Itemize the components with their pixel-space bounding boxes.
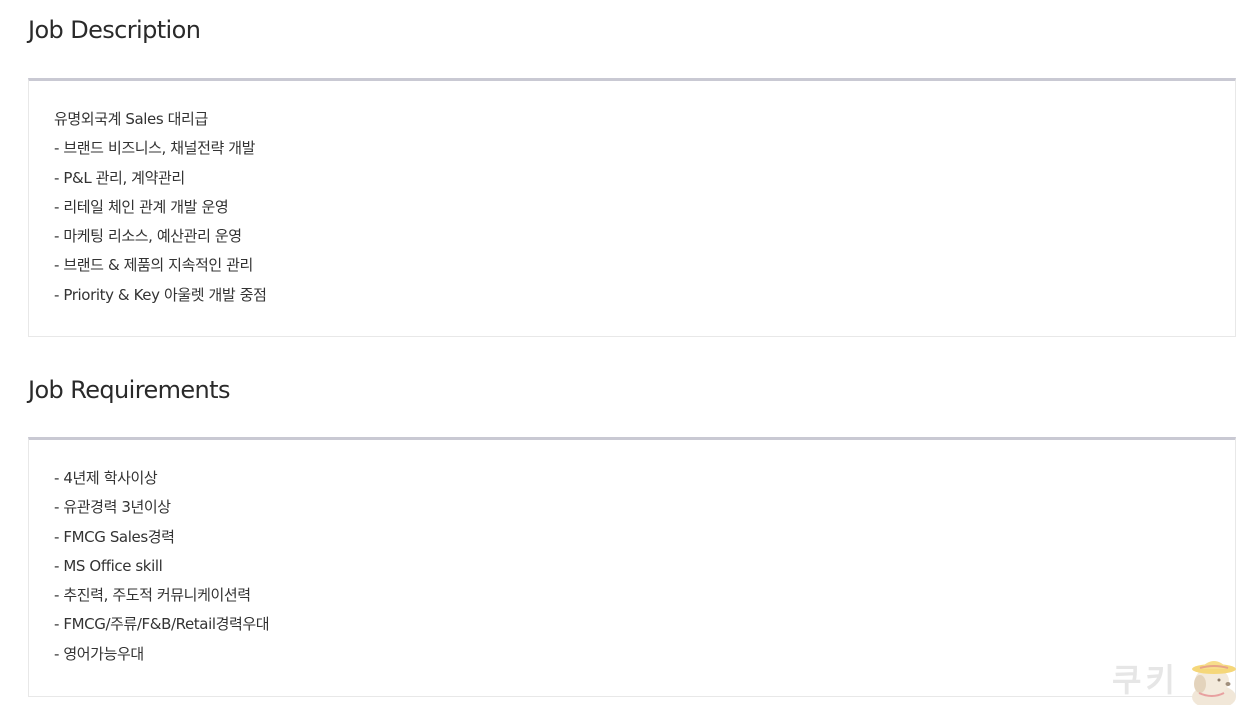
job-requirements-panel: - 4년제 학사이상 - 유관경력 3년이상 - FMCG Sales경력 - … <box>28 437 1236 697</box>
puppy-with-hat-icon <box>1192 661 1236 705</box>
list-item: - 유관경력 3년이상 <box>54 498 171 517</box>
list-item: - 추진력, 주도적 커뮤니케이션력 <box>54 586 251 605</box>
list-item: - 영어가능우대 <box>54 644 144 663</box>
list-item: - 4년제 학사이상 <box>54 469 158 487</box>
watermark-text: 쿠키 <box>1112 661 1179 699</box>
job-description-list: 유명외국계 Sales 대리급 - 브랜드 비즈니스, 채널전략 개발 - P&… <box>54 105 267 310</box>
list-item: - 마케팅 리소스, 예산관리 운영 <box>54 227 242 246</box>
list-item: - P&L 관리, 계약관리 <box>54 168 185 187</box>
job-requirements-title: Job Requirements <box>28 376 230 404</box>
list-item: - Priority & Key 아울렛 개발 중점 <box>54 285 267 304</box>
watermark: 쿠키 <box>1112 653 1242 705</box>
list-item: 유명외국계 Sales 대리급 <box>54 110 208 128</box>
job-requirements-list: - 4년제 학사이상 - 유관경력 3년이상 - FMCG Sales경력 - … <box>54 464 270 669</box>
list-item: - FMCG/주류/F&B/Retail경력우대 <box>54 615 270 634</box>
list-item: - 브랜드 비즈니스, 채널전략 개발 <box>54 139 256 158</box>
list-item: - MS Office skill <box>54 556 163 575</box>
list-item: - 브랜드 & 제품의 지속적인 관리 <box>54 256 253 275</box>
list-item: - 리테일 체인 관계 개발 운영 <box>54 197 229 216</box>
list-item: - FMCG Sales경력 <box>54 527 175 546</box>
job-description-title: Job Description <box>28 16 201 44</box>
job-description-panel: 유명외국계 Sales 대리급 - 브랜드 비즈니스, 채널전략 개발 - P&… <box>28 78 1236 337</box>
